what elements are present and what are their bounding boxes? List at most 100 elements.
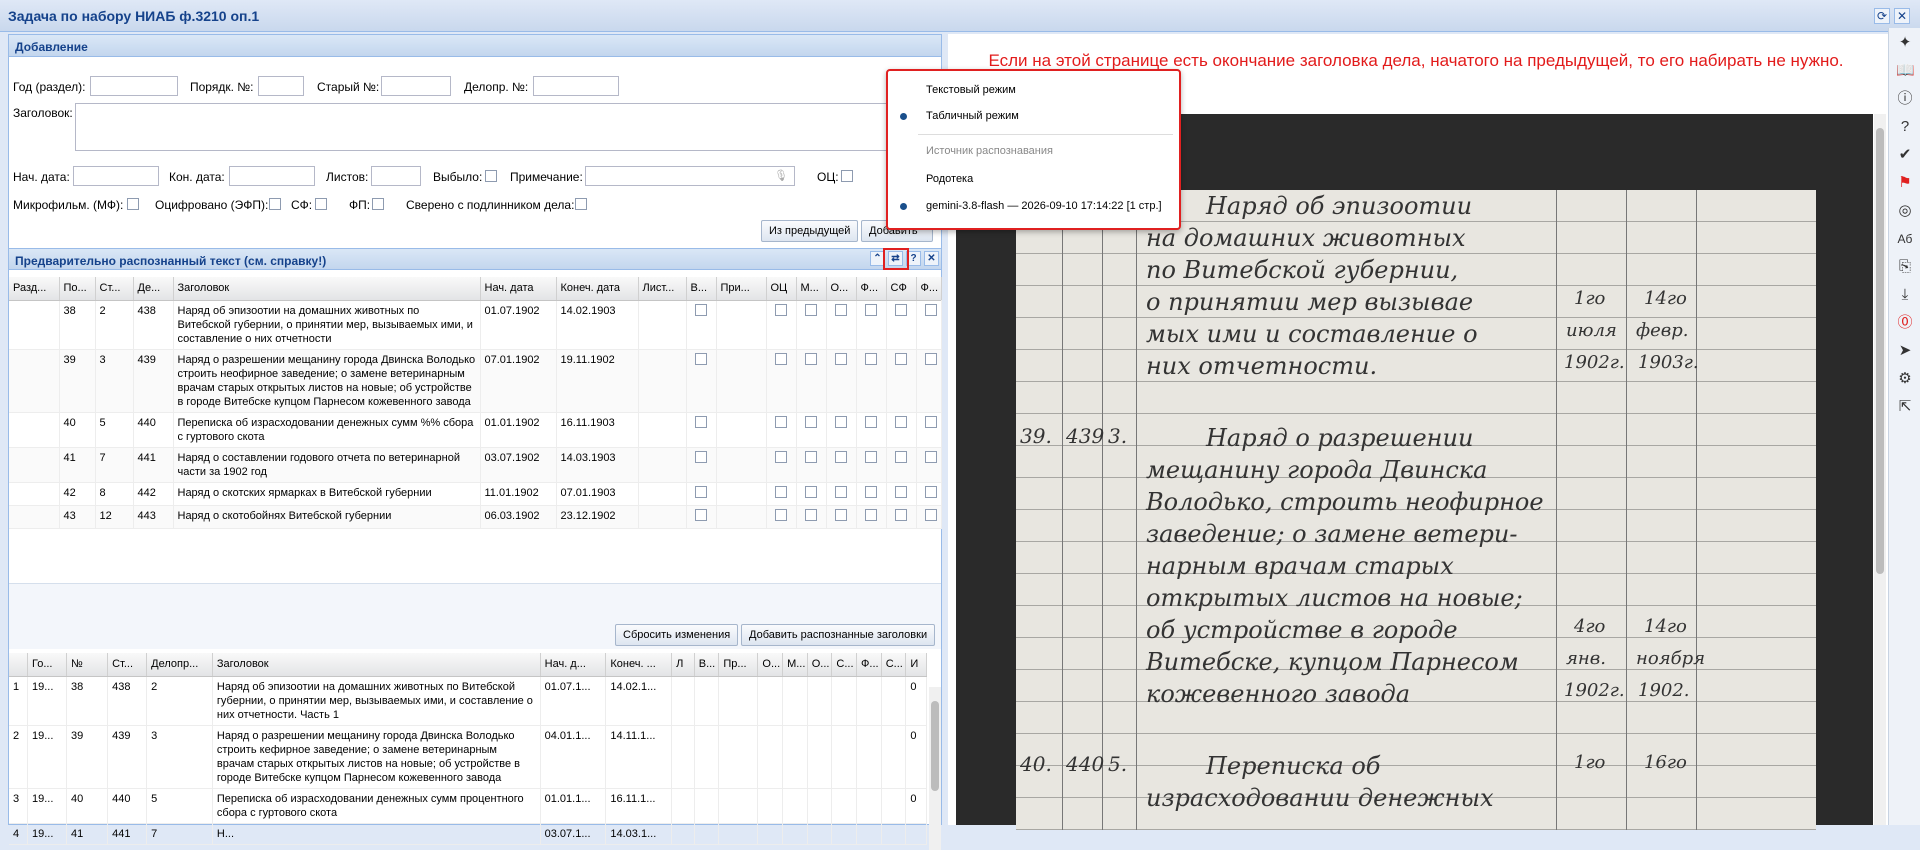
- globe-icon[interactable]: ◎: [1896, 202, 1914, 220]
- old-number-input[interactable]: [381, 76, 451, 96]
- column-header[interactable]: О...: [826, 277, 857, 301]
- export-icon[interactable]: ⇱: [1896, 398, 1914, 416]
- spellcheck-icon[interactable]: Аб: [1896, 230, 1914, 248]
- model-item[interactable]: gemini-3.8-flash — 2026-09-10 17:14:22 […: [926, 200, 1162, 212]
- column-header[interactable]: Заголовок: [212, 653, 541, 677]
- row-checkbox[interactable]: [774, 450, 787, 463]
- row-checkbox[interactable]: [804, 352, 817, 365]
- row-checkbox[interactable]: [924, 352, 937, 365]
- info-icon[interactable]: ⓘ: [1896, 90, 1914, 108]
- table-row[interactable]: 40 5 440 Переписка об израсходовании денежн…: [9, 412, 942, 448]
- column-header[interactable]: Де...: [133, 277, 174, 301]
- delopr-input[interactable]: [533, 76, 619, 96]
- note-input[interactable]: 🎙: [585, 166, 795, 186]
- refresh-icon[interactable]: ⟳: [1874, 8, 1890, 24]
- row-checkbox[interactable]: [834, 303, 847, 316]
- sheets-input[interactable]: [371, 166, 421, 186]
- row-checkbox[interactable]: [774, 415, 787, 428]
- close-icon[interactable]: ✕: [1894, 8, 1910, 24]
- column-header[interactable]: Нач. дата: [480, 277, 557, 301]
- column-header[interactable]: По...: [59, 277, 96, 301]
- row-checkbox[interactable]: [864, 450, 877, 463]
- column-header[interactable]: Го...: [27, 653, 68, 677]
- column-header[interactable]: Л: [671, 653, 695, 677]
- row-checkbox[interactable]: [864, 303, 877, 316]
- row-checkbox[interactable]: [864, 352, 877, 365]
- send-icon[interactable]: ➤: [1896, 342, 1914, 360]
- rodoteka-item[interactable]: Родотека: [926, 173, 973, 185]
- table-row[interactable]: 42 8 442 Наряд о скотских ярмарках в Витебс…: [9, 482, 942, 506]
- column-header[interactable]: Нач. д...: [540, 653, 607, 677]
- row-checkbox[interactable]: [804, 450, 817, 463]
- text-mode-item[interactable]: Текстовый режим: [926, 84, 1016, 96]
- row-checkbox[interactable]: [774, 485, 787, 498]
- start-date-input[interactable]: [73, 166, 159, 186]
- viewer-scroll-thumb[interactable]: [1876, 128, 1884, 574]
- sf-checkbox[interactable]: [315, 198, 327, 210]
- row-checkbox[interactable]: [924, 415, 937, 428]
- column-header[interactable]: И: [905, 653, 927, 677]
- row-checkbox[interactable]: [894, 450, 907, 463]
- settings-icon[interactable]: ⚙: [1896, 370, 1914, 388]
- row-checkbox[interactable]: [694, 352, 707, 365]
- row-checkbox[interactable]: [694, 415, 707, 428]
- row-checkbox[interactable]: [804, 303, 817, 316]
- reset-button[interactable]: Сбросить изменения: [615, 624, 739, 646]
- table-mode-item[interactable]: Табличный режим: [926, 110, 1019, 122]
- row-checkbox[interactable]: [834, 450, 847, 463]
- row-checkbox[interactable]: [924, 485, 937, 498]
- row-checkbox[interactable]: [924, 508, 937, 521]
- end-date-input[interactable]: [229, 166, 315, 186]
- column-header[interactable]: Конеч. ...: [605, 653, 673, 677]
- column-header[interactable]: М...: [782, 653, 808, 677]
- row-checkbox[interactable]: [804, 415, 817, 428]
- column-header[interactable]: Разд...: [9, 277, 60, 301]
- year-input[interactable]: [90, 76, 178, 96]
- download-icon[interactable]: ⤓: [1896, 286, 1914, 304]
- panel-close-icon[interactable]: ✕: [924, 251, 939, 266]
- table-row[interactable]: 38 2 438 Наряд об эпизоотии на домашних жив…: [9, 300, 942, 350]
- row-checkbox[interactable]: [694, 450, 707, 463]
- from-previous-button[interactable]: Из предыдущей: [761, 220, 859, 242]
- column-header[interactable]: С...: [831, 653, 858, 677]
- verified-checkbox[interactable]: [575, 198, 587, 210]
- row-checkbox[interactable]: [924, 303, 937, 316]
- table-row[interactable]: 1 19... 38 438 2 Наряд об эпизоотии на домашн…: [9, 676, 927, 726]
- heading-textarea[interactable]: [75, 103, 937, 151]
- viewer-scrollbar[interactable]: [1874, 114, 1886, 825]
- row-checkbox[interactable]: [804, 485, 817, 498]
- row-checkbox[interactable]: [834, 485, 847, 498]
- column-header[interactable]: Ф...: [856, 653, 882, 677]
- microphone-icon[interactable]: 🎙: [774, 169, 788, 182]
- dropped-checkbox[interactable]: [485, 170, 497, 182]
- column-header[interactable]: Ст...: [95, 277, 134, 301]
- row-checkbox[interactable]: [804, 508, 817, 521]
- row-checkbox[interactable]: [834, 508, 847, 521]
- column-header[interactable]: Конеч. дата: [556, 277, 639, 301]
- order-input[interactable]: [258, 76, 304, 96]
- add-recognized-button[interactable]: Добавить распознанные заголовки: [741, 624, 936, 646]
- row-checkbox[interactable]: [894, 485, 907, 498]
- row-checkbox[interactable]: [774, 303, 787, 316]
- sparkle-icon[interactable]: ✦: [1896, 34, 1914, 52]
- table-row[interactable]: 41 7 441 Наряд о составлении годового отчет…: [9, 447, 942, 483]
- row-checkbox[interactable]: [894, 415, 907, 428]
- column-header[interactable]: В...: [686, 277, 717, 301]
- row-checkbox[interactable]: [834, 352, 847, 365]
- row-checkbox[interactable]: [894, 303, 907, 316]
- row-checkbox[interactable]: [834, 415, 847, 428]
- column-header[interactable]: Делопр...: [146, 653, 213, 677]
- grid-scrollbar[interactable]: [929, 687, 941, 850]
- column-header[interactable]: Ф...: [856, 277, 887, 301]
- column-header[interactable]: Ф...: [916, 277, 942, 301]
- column-header[interactable]: Заголовок: [173, 277, 481, 301]
- column-header[interactable]: СФ: [886, 277, 917, 301]
- flag-icon[interactable]: ⚑: [1896, 174, 1914, 192]
- row-checkbox[interactable]: [924, 450, 937, 463]
- row-checkbox[interactable]: [694, 508, 707, 521]
- question-icon[interactable]: ?: [1896, 118, 1914, 136]
- row-checkbox[interactable]: [774, 352, 787, 365]
- column-header[interactable]: В...: [694, 653, 720, 677]
- row-checkbox[interactable]: [894, 508, 907, 521]
- check-icon[interactable]: ✔: [1896, 146, 1914, 164]
